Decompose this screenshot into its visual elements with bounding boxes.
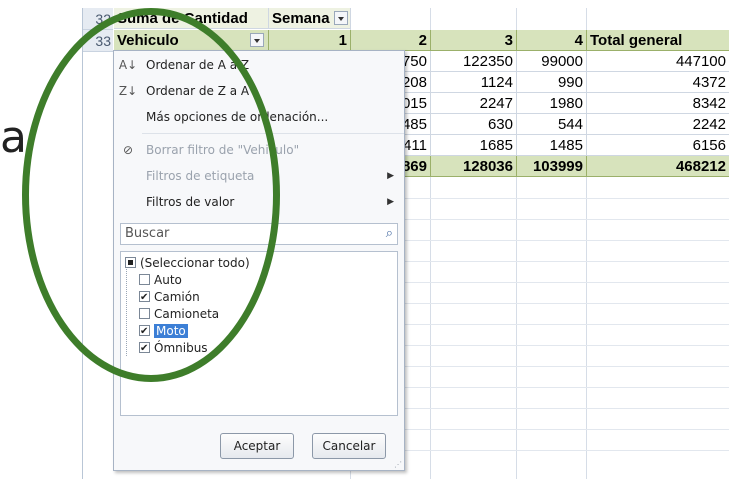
table-cell[interactable]: 447100 xyxy=(587,51,729,72)
table-cell[interactable]: 1685 xyxy=(431,135,517,156)
sort-az-item[interactable]: A↓ Ordenar de A a Z xyxy=(114,55,404,75)
sort-ascending-icon: A↓ xyxy=(118,58,138,72)
search-placeholder: Buscar xyxy=(125,226,170,241)
total-cell[interactable]: 103999 xyxy=(517,156,587,177)
week-header-2[interactable]: 2 xyxy=(351,30,431,51)
list-item[interactable]: Camión xyxy=(139,289,200,306)
list-item-label: Ómnibus xyxy=(154,341,208,355)
table-cell[interactable]: 1485 xyxy=(517,135,587,156)
list-item-label: Auto xyxy=(154,273,182,287)
checkbox-moto[interactable] xyxy=(139,323,150,340)
list-item[interactable]: Auto xyxy=(139,272,182,289)
list-item-label: Camión xyxy=(154,290,200,304)
row-number-33[interactable]: 33 xyxy=(83,30,113,52)
list-item[interactable]: Camioneta xyxy=(139,306,219,323)
table-cell[interactable]: 99000 xyxy=(517,51,587,72)
menu-divider xyxy=(142,133,404,134)
table-cell[interactable]: 1124 xyxy=(431,72,517,93)
clear-filter-label: Borrar filtro de "Vehiculo" xyxy=(146,143,300,157)
submenu-arrow-icon: ▶ xyxy=(387,171,394,181)
list-item[interactable]: Ómnibus xyxy=(139,340,208,357)
list-item-label: Moto xyxy=(154,324,188,338)
week-header-1[interactable]: 1 xyxy=(269,30,351,51)
column-filter-dropdown-icon[interactable] xyxy=(333,11,348,25)
checkbox-camion[interactable] xyxy=(139,289,150,306)
resize-grip-icon[interactable]: ⋰ xyxy=(394,460,402,469)
pivot-row-field-label: Vehiculo xyxy=(117,32,179,49)
week-header-3[interactable]: 3 xyxy=(431,30,517,51)
checkbox-camioneta[interactable] xyxy=(139,308,150,319)
table-cell[interactable]: 4372 xyxy=(587,72,729,93)
pivot-value-field[interactable]: Suma de Cantidad xyxy=(114,8,269,29)
checkbox-auto[interactable] xyxy=(139,274,150,285)
clear-filter-item[interactable]: ⊘ Borrar filtro de "Vehiculo" xyxy=(114,140,404,160)
table-cell[interactable]: 990 xyxy=(517,72,587,93)
total-general-header[interactable]: Total general xyxy=(587,30,729,51)
table-cell[interactable]: 544 xyxy=(517,114,587,135)
checkbox-omnibus[interactable] xyxy=(139,340,150,357)
label-filters-label: Filtros de etiqueta xyxy=(146,169,255,183)
row-number-32[interactable]: 32 xyxy=(83,8,113,30)
table-cell[interactable]: 2242 xyxy=(587,114,729,135)
table-cell[interactable]: 8342 xyxy=(587,93,729,114)
submenu-arrow-icon: ▶ xyxy=(387,197,394,207)
list-item[interactable]: Moto xyxy=(139,323,188,340)
total-cell[interactable]: 468212 xyxy=(587,156,729,177)
cancel-button[interactable]: Cancelar xyxy=(312,433,386,459)
filter-menu: A↓ Ordenar de A a Z Z↓ Ordenar de Z a A … xyxy=(113,50,405,471)
table-cell[interactable]: 6156 xyxy=(587,135,729,156)
total-cell[interactable]: 128036 xyxy=(431,156,517,177)
more-sort-options-label: Más opciones de ordenación... xyxy=(146,110,329,124)
checkbox-select-all[interactable] xyxy=(125,257,136,268)
table-cell[interactable]: 630 xyxy=(431,114,517,135)
pivot-column-field-label: Semana xyxy=(272,10,330,27)
sort-descending-icon: Z↓ xyxy=(118,84,138,98)
side-letter: a xyxy=(0,112,27,163)
tree-connector xyxy=(126,260,128,356)
more-sort-options-item[interactable]: Más opciones de ordenación... xyxy=(114,107,404,127)
search-icon: ⌕ xyxy=(385,226,393,241)
table-cell[interactable]: 2247 xyxy=(431,93,517,114)
value-filters-item[interactable]: Filtros de valor ▶ xyxy=(114,192,404,212)
sort-za-item[interactable]: Z↓ Ordenar de Z a A xyxy=(114,81,404,101)
list-item[interactable]: (Seleccionar todo) xyxy=(125,255,250,272)
value-filters-label: Filtros de valor xyxy=(146,195,235,209)
table-cell[interactable]: 1980 xyxy=(517,93,587,114)
ok-button[interactable]: Aceptar xyxy=(220,433,294,459)
pivot-column-field[interactable]: Semana xyxy=(269,8,351,29)
sort-az-label: Ordenar de A a Z xyxy=(146,58,250,72)
label-filters-item[interactable]: Filtros de etiqueta ▶ xyxy=(114,166,404,186)
table-cell[interactable]: 122350 xyxy=(431,51,517,72)
value-checklist[interactable]: (Seleccionar todo) Auto Camión Camioneta… xyxy=(120,251,398,416)
clear-filter-icon: ⊘ xyxy=(122,143,134,157)
list-item-label: Camioneta xyxy=(154,307,220,321)
pivot-row-field[interactable]: Vehiculo xyxy=(114,30,269,51)
sort-za-label: Ordenar de Z a A xyxy=(146,84,250,98)
week-header-4[interactable]: 4 xyxy=(517,30,587,51)
search-input[interactable]: Buscar ⌕ xyxy=(120,223,398,245)
list-item-label: (Seleccionar todo) xyxy=(140,256,250,270)
row-filter-dropdown-icon[interactable] xyxy=(250,33,264,47)
